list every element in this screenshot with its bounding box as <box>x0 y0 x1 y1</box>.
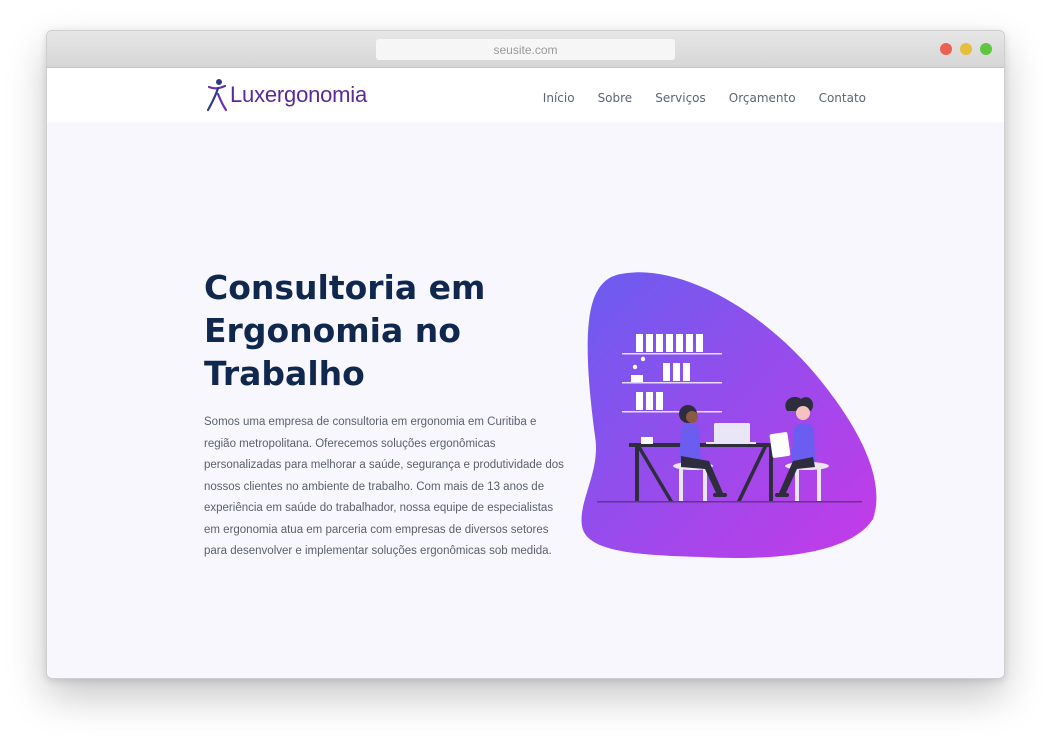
nav-link-contato[interactable]: Contato <box>819 91 866 105</box>
nav-link-orcamento[interactable]: Orçamento <box>729 91 796 105</box>
nav-link-sobre[interactable]: Sobre <box>598 91 633 105</box>
address-bar[interactable]: seusite.com <box>376 39 675 60</box>
site-header: Luxergonomia Início Sobre Serviços Orçam… <box>47 68 1004 122</box>
hero-title: Consultoria em Ergonomia no Trabalho <box>204 268 486 393</box>
site-logo[interactable]: Luxergonomia <box>206 77 367 113</box>
ergonomics-illustration <box>581 272 877 558</box>
browser-window: seusite.com Luxergonomia Início Sobre Se… <box>46 30 1005 679</box>
window-controls <box>940 43 992 55</box>
close-dot-icon[interactable] <box>940 43 952 55</box>
hero-description: Somos uma empresa de consultoria em ergo… <box>204 416 564 557</box>
main-menu: Início Sobre Serviços Orçamento Contato <box>543 91 866 105</box>
maximize-dot-icon[interactable] <box>980 43 992 55</box>
nav-link-inicio[interactable]: Início <box>543 91 575 105</box>
logo-text: Luxergonomia <box>230 82 368 107</box>
logo-figure-icon <box>206 79 228 112</box>
minimize-dot-icon[interactable] <box>960 43 972 55</box>
nav-link-servicos[interactable]: Serviços <box>655 91 706 105</box>
illustration-blob <box>581 272 877 558</box>
browser-titlebar: seusite.com <box>47 31 1004 68</box>
